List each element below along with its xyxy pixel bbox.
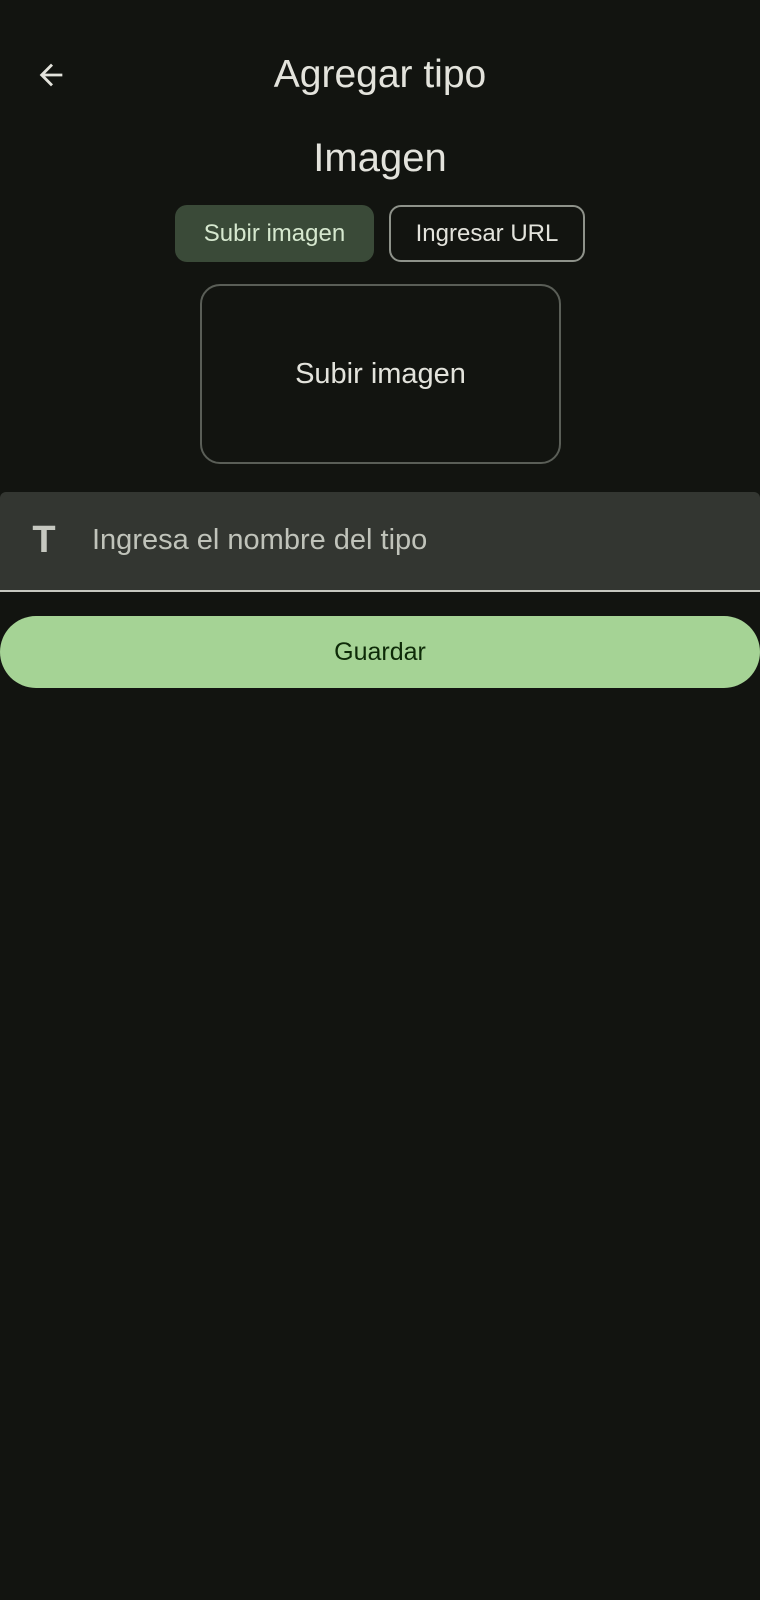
text-format-icon: T [32, 518, 56, 561]
upload-image-box[interactable]: Subir imagen [200, 284, 561, 464]
image-section-title: Imagen [313, 136, 447, 180]
page-title: Agregar tipo [273, 53, 487, 96]
upload-image-box-label: Subir imagen [295, 357, 466, 390]
enter-url-option-button[interactable]: Ingresar URL [389, 205, 585, 262]
save-button[interactable]: Guardar [0, 616, 760, 688]
save-button-label: Guardar [334, 637, 426, 666]
add-type-screen: Agregar tipo Imagen Subir imagen Ingresa… [0, 0, 760, 1600]
type-name-field[interactable]: T [0, 492, 760, 592]
upload-image-option-button[interactable]: Subir imagen [175, 205, 374, 262]
type-name-input[interactable] [92, 514, 712, 566]
